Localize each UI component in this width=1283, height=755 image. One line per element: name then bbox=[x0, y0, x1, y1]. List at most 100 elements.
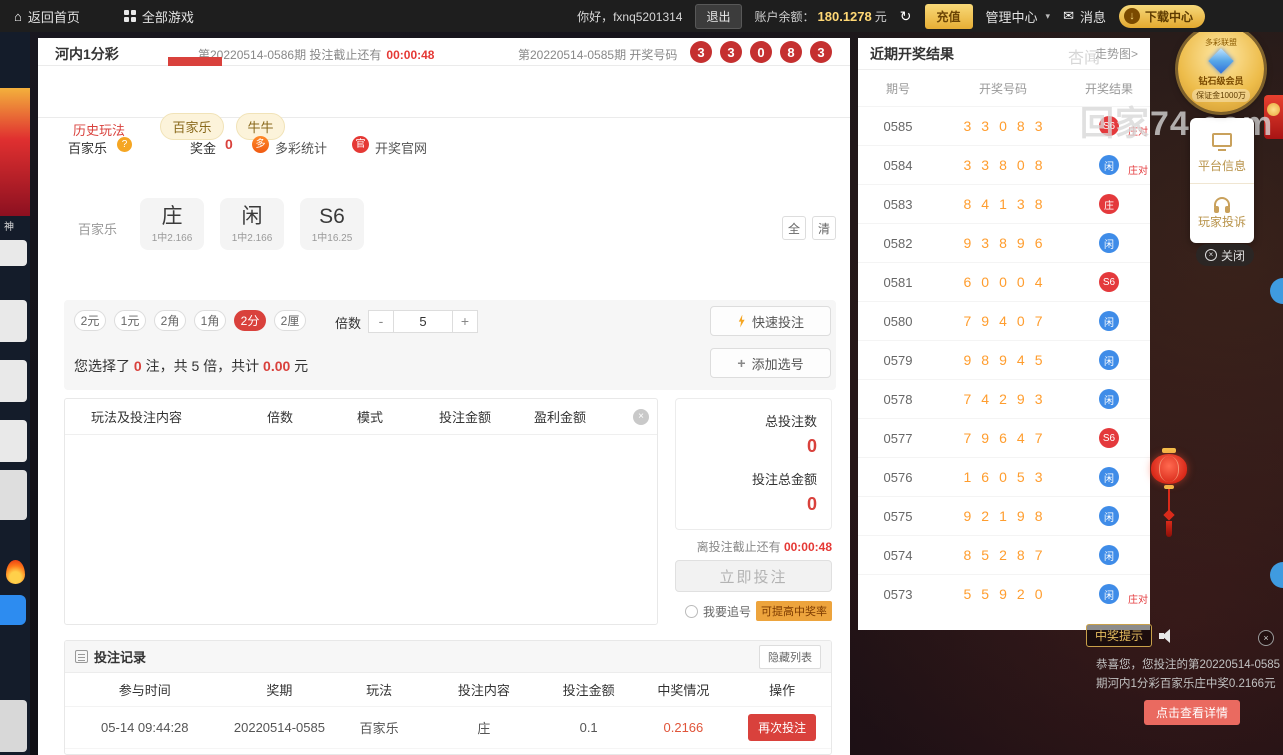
toast-header: 中奖提示 bbox=[1086, 624, 1283, 647]
bet-slip-header: 玩法及投注内容 倍数 模式 投注金额 盈利金额 × bbox=[65, 399, 657, 435]
player-complaint-item[interactable]: 玩家投诉 bbox=[1190, 183, 1254, 239]
result-badge: 闲 bbox=[1099, 584, 1119, 604]
result-numbers: 79647 bbox=[938, 430, 1068, 446]
result-digit: 3 bbox=[963, 157, 972, 173]
unit-pill-2分[interactable]: 2分 bbox=[234, 310, 266, 331]
stepper-plus-button[interactable]: + bbox=[453, 311, 477, 332]
prize-value: 0 bbox=[225, 136, 233, 152]
result-digit: 7 bbox=[963, 430, 972, 446]
result-row: 0576 1 6 0 5 3 闲 bbox=[858, 457, 1150, 496]
result-badge: 闲 bbox=[1099, 233, 1119, 253]
unit-pill-1角[interactable]: 1角 bbox=[194, 310, 226, 331]
summary-text: 元 bbox=[290, 358, 309, 374]
user-greeting: 你好，fxnq5201314 bbox=[577, 9, 683, 24]
admin-center-label: 管理中心 bbox=[985, 9, 1038, 25]
add-selection-button[interactable]: + 添加选号 bbox=[710, 348, 831, 378]
page: ⌂ 返回首页 全部游戏 你好，fxnq5201314 退出 账户余额： 180.… bbox=[0, 0, 1283, 755]
speaker-icon[interactable] bbox=[1159, 629, 1175, 643]
result-row: 0579 9 8 9 4 5 闲 bbox=[858, 340, 1150, 379]
admin-center-menu[interactable]: 管理中心 ▾ bbox=[986, 7, 1051, 26]
quick-bet-label: 快速投注 bbox=[751, 314, 804, 330]
result-badge: 闲 bbox=[1099, 545, 1119, 565]
multiplier-input[interactable] bbox=[393, 311, 453, 332]
flame-icon[interactable] bbox=[6, 560, 25, 584]
multicolor-stats-link[interactable]: 多彩统计 bbox=[275, 138, 327, 157]
result-digit: 3 bbox=[1034, 391, 1043, 407]
tab-history-plays[interactable]: 历史玩法 bbox=[73, 120, 125, 139]
records-column-header: 投注内容 bbox=[457, 683, 510, 698]
result-digit: 4 bbox=[1016, 430, 1025, 446]
bet-now-button[interactable]: 立即投注 bbox=[675, 560, 832, 592]
record-time: 05-14 09:44:28 bbox=[101, 720, 189, 735]
home-link[interactable]: ⌂ 返回首页 bbox=[14, 7, 80, 26]
result-outcome: S6 bbox=[1068, 272, 1150, 292]
hide-list-button[interactable]: 隐藏列表 bbox=[759, 644, 821, 669]
result-outcome: 闲庄对 bbox=[1068, 155, 1150, 177]
result-digit: 8 bbox=[981, 352, 990, 368]
slip-column-header: 投注金额 bbox=[438, 410, 491, 425]
select-all-button[interactable]: 全 bbox=[782, 216, 806, 240]
result-digit: 3 bbox=[981, 118, 990, 134]
close-icon: × bbox=[1204, 249, 1217, 261]
platform-info-item[interactable]: 平台信息 bbox=[1190, 124, 1254, 183]
result-numbers: 33808 bbox=[938, 157, 1068, 173]
result-numbers: 74293 bbox=[938, 391, 1068, 407]
lightning-icon bbox=[738, 314, 745, 328]
trend-chart-link[interactable]: 走势图> bbox=[1095, 45, 1138, 62]
result-digit: 7 bbox=[963, 313, 972, 329]
unit-pill-2角[interactable]: 2角 bbox=[154, 310, 186, 331]
active-tab-indicator bbox=[168, 57, 222, 66]
result-numbers: 93896 bbox=[938, 235, 1068, 251]
left-edge-blue-button[interactable] bbox=[0, 595, 26, 625]
service-close-button[interactable]: × 关闭 bbox=[1196, 244, 1254, 266]
unit-pill-2厘[interactable]: 2厘 bbox=[274, 310, 306, 331]
recharge-button[interactable]: 充值 bbox=[924, 3, 973, 29]
edge-blue-widget[interactable] bbox=[1270, 278, 1283, 304]
refresh-balance-icon[interactable]: ↻ bbox=[900, 8, 912, 25]
result-period: 0585 bbox=[883, 118, 913, 134]
results-column-header: 期号 bbox=[885, 81, 910, 96]
stepper-minus-button[interactable]: - bbox=[369, 311, 393, 332]
monitor-icon bbox=[1212, 133, 1232, 151]
home-icon: ⌂ bbox=[14, 8, 22, 24]
toast-close-icon[interactable]: × bbox=[1258, 630, 1274, 646]
result-row: 0580 7 9 4 0 7 闲 bbox=[858, 301, 1150, 340]
unit-pills: 2元 1元 2角 1角 2分 2厘 bbox=[74, 310, 306, 331]
left-edge-panel bbox=[0, 700, 27, 752]
chevron-down-icon: ▾ bbox=[1045, 10, 1051, 21]
clear-button[interactable]: 清 bbox=[812, 216, 836, 240]
result-digit: 0 bbox=[999, 274, 1007, 290]
last-numbers: 33083 bbox=[690, 41, 832, 63]
logout-button[interactable]: 退出 bbox=[695, 3, 742, 29]
download-center-button[interactable]: ↓ 下载中心 bbox=[1118, 4, 1205, 28]
toast-line2: 期河内1分彩百家乐庄中奖0.2166元 bbox=[1096, 678, 1276, 690]
unit-pill-2元[interactable]: 2元 bbox=[74, 310, 106, 331]
bet-option-庄[interactable]: 庄 1中2.166 bbox=[140, 198, 204, 250]
slip-column-header: 倍数 bbox=[266, 410, 293, 425]
vip-badge-line2: 钻石级会员 bbox=[1198, 75, 1244, 86]
grid-icon bbox=[123, 10, 136, 22]
help-icon[interactable]: ? bbox=[117, 137, 132, 152]
rebet-button[interactable]: 再次投注 bbox=[748, 714, 817, 741]
slip-close-icon[interactable]: × bbox=[633, 409, 649, 425]
result-row: 0574 8 5 2 8 7 闲 bbox=[858, 535, 1150, 574]
record-period: 20220514-0585 bbox=[233, 720, 325, 735]
result-digit: 9 bbox=[1016, 391, 1025, 407]
records-column-header: 投注金额 bbox=[562, 683, 615, 698]
bet-option-S6[interactable]: S6 1中16.25 bbox=[300, 198, 364, 250]
all-games-link[interactable]: 全部游戏 bbox=[123, 7, 194, 26]
win-notice-badge: 中奖提示 bbox=[1086, 624, 1153, 647]
result-period: 0583 bbox=[883, 196, 913, 212]
messages-link[interactable]: ✉ 消息 bbox=[1063, 7, 1106, 26]
left-edge-text: 神 bbox=[4, 222, 14, 233]
slip-column-header: 盈利金额 bbox=[533, 410, 586, 425]
toast-message: 恭喜您，您投注的第20220514-0585 期河内1分彩百家乐庄中奖0.216… bbox=[1086, 656, 1283, 694]
quick-bet-button[interactable]: 快速投注 bbox=[710, 306, 831, 336]
tab-baccarat[interactable]: 百家乐 bbox=[160, 113, 224, 140]
edge-blue-widget[interactable] bbox=[1270, 562, 1283, 588]
bet-option-闲[interactable]: 闲 1中2.166 bbox=[220, 198, 284, 250]
official-site-link[interactable]: 开奖官网 bbox=[375, 138, 427, 157]
unit-pill-1元[interactable]: 1元 bbox=[114, 310, 146, 331]
view-details-button[interactable]: 点击查看详情 bbox=[1144, 700, 1241, 725]
chase-radio[interactable] bbox=[684, 604, 698, 618]
